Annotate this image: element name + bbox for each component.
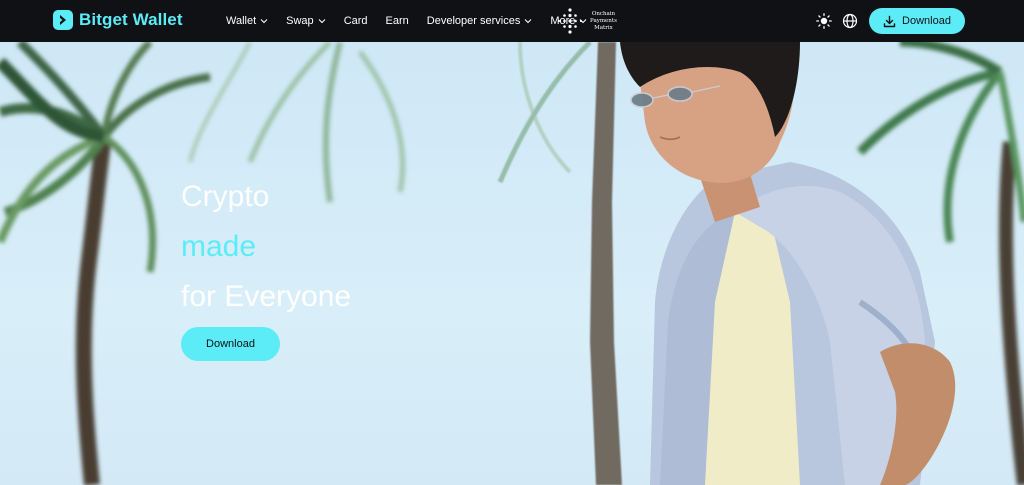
dot-matrix-icon	[557, 8, 583, 34]
nav-item-earn[interactable]: Earn	[386, 15, 409, 27]
chevron-down-icon	[318, 19, 326, 24]
hero-download-button[interactable]: Download	[181, 327, 280, 361]
brand-name: Bitget Wallet	[79, 10, 183, 29]
hero-background-image	[0, 42, 1024, 485]
nav-item-card[interactable]: Card	[344, 15, 368, 27]
top-nav: Bitget Wallet Wallet Swap Card Earn Deve…	[0, 0, 1024, 42]
hero-headline: Crypto made for Everyone	[181, 172, 351, 322]
opm-label: Onchain Payments Matrix	[590, 10, 617, 31]
headline-line-3: for Everyone	[181, 280, 352, 313]
bitget-logo-icon	[53, 10, 73, 30]
nav-item-developer-services[interactable]: Developer services	[427, 15, 533, 27]
main-menu: Wallet Swap Card Earn Developer services…	[226, 0, 605, 42]
hero-section: Crypto made for Everyone Download	[0, 42, 1024, 485]
nav-download-button[interactable]: Download	[869, 8, 965, 34]
onchain-payments-matrix-link[interactable]: Onchain Payments Matrix	[556, 7, 617, 35]
headline-line-1: Crypto	[181, 180, 270, 213]
nav-item-swap[interactable]: Swap	[286, 15, 326, 27]
headline-line-2: made	[181, 230, 257, 263]
globe-icon[interactable]	[842, 13, 858, 29]
sun-icon[interactable]	[816, 13, 832, 29]
brand-logo[interactable]: Bitget Wallet	[53, 10, 183, 30]
download-icon	[883, 15, 896, 27]
chevron-down-icon	[260, 19, 268, 24]
chevron-down-icon	[524, 19, 532, 24]
nav-item-wallet[interactable]: Wallet	[226, 15, 268, 27]
